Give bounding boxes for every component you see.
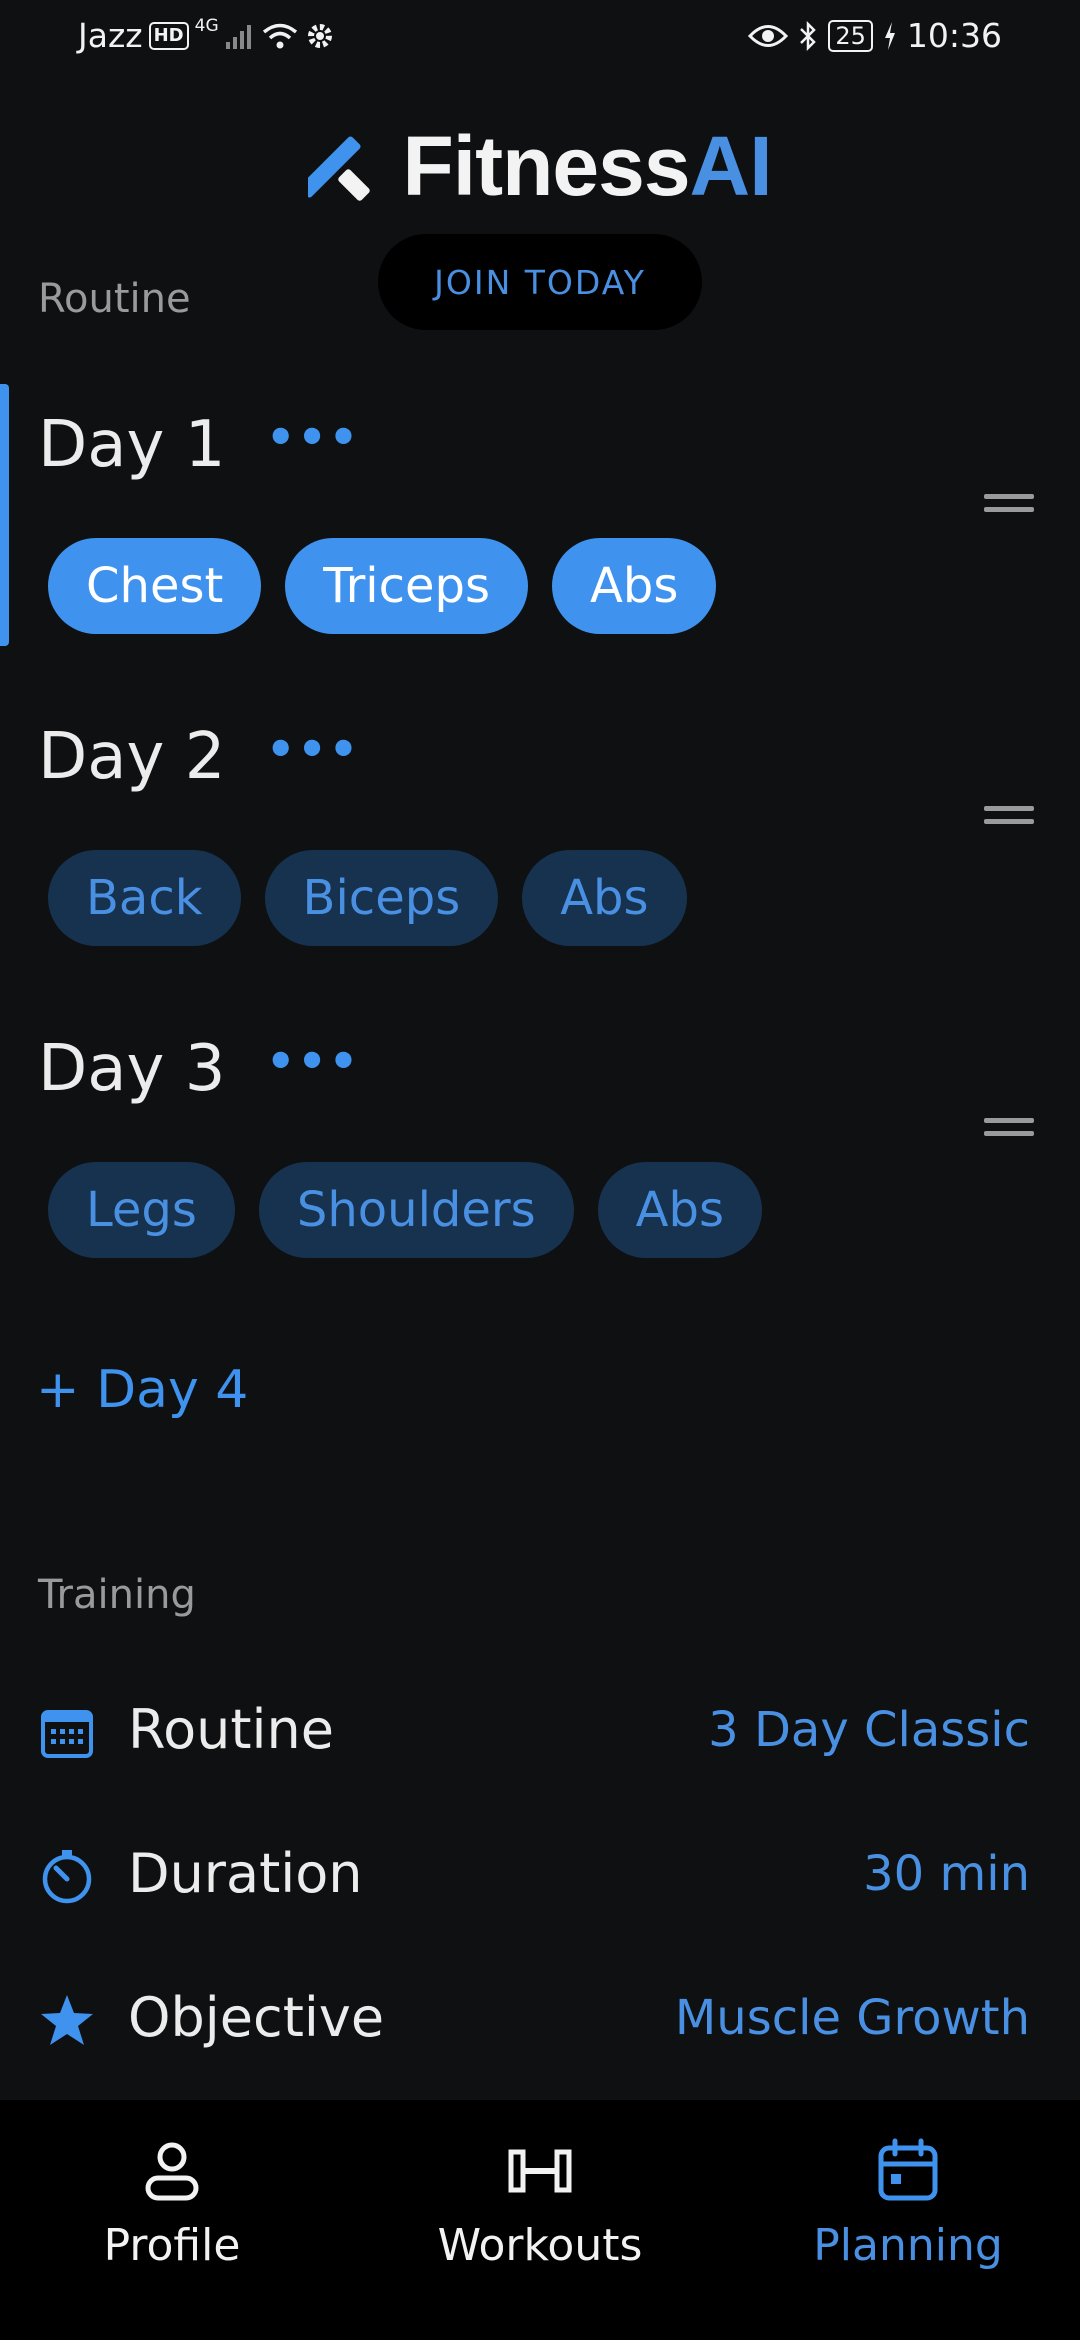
row-value: Muscle Growth [674,1990,1030,2046]
nav-workouts[interactable]: Workouts [410,2138,670,2271]
status-bar: Jazz HD 4G 25 10:36 [0,0,1080,72]
training-row-objective[interactable]: Objective Muscle Growth [0,1968,1080,2068]
drag-handle-icon[interactable] [984,494,1034,520]
settings-gear-icon [307,23,332,48]
muscle-chip[interactable]: Abs [552,538,717,634]
row-value: 3 Day Classic [708,1702,1030,1758]
nav-planning[interactable]: Planning [778,2138,1038,2271]
logo-ai: AI [689,119,773,213]
row-label: Duration [128,1842,363,1905]
day-title: Day 1 [38,408,226,482]
muscle-chip[interactable]: Chest [48,538,262,634]
fitnessai-logo-icon [308,135,371,201]
wifi-icon [262,23,297,48]
nav-label: Profile [103,2220,241,2271]
bluetooth-icon [800,20,817,51]
calendar-icon [878,2138,938,2201]
bottom-nav: Profile Workouts Planning [0,2100,1080,2340]
muscle-chip[interactable]: Back [48,850,241,946]
day-card-3[interactable]: Day 3 ••• Legs Shoulders Abs [0,1008,1080,1270]
profile-icon [145,2142,199,2201]
day-menu-button[interactable]: ••• [266,1034,360,1088]
nav-label: Planning [813,2220,1003,2271]
nav-label: Workouts [437,2220,643,2271]
signal-icon [225,24,251,49]
muscle-chip[interactable]: Triceps [285,538,529,634]
row-label: Objective [128,1986,385,2049]
eye-icon [748,24,789,47]
day-card-1[interactable]: Day 1 ••• Chest Triceps Abs [0,384,1080,646]
muscle-chips: Legs Shoulders Abs [48,1162,762,1258]
drag-handle-icon[interactable] [984,806,1034,832]
selected-day-indicator [0,384,9,646]
row-label: Routine [128,1698,334,1761]
muscle-chips: Chest Triceps Abs [48,538,717,634]
nav-profile[interactable]: Profile [42,2138,302,2271]
training-row-routine[interactable]: Routine 3 Day Classic [0,1680,1080,1780]
dumbbell-icon [508,2149,572,2193]
carrier-name: Jazz [78,16,143,55]
row-value: 30 min [863,1846,1030,1902]
drag-handle-icon[interactable] [984,1118,1034,1144]
status-right: 25 10:36 [748,16,1002,55]
muscle-chip[interactable]: Abs [522,850,687,946]
battery-level: 25 [828,19,873,52]
day-menu-button[interactable]: ••• [266,722,360,776]
join-today-button[interactable]: JOIN TODAY [378,234,702,330]
app-logo: FitnessAI [0,118,1080,215]
muscle-chip[interactable]: Biceps [264,850,499,946]
muscle-chip[interactable]: Legs [48,1162,235,1258]
timer-icon [42,1850,92,1904]
muscle-chip[interactable]: Shoulders [258,1162,574,1258]
routine-section-label: Routine [38,276,191,322]
training-row-duration[interactable]: Duration 30 min [0,1824,1080,1924]
muscle-chip[interactable]: Abs [597,1162,762,1258]
star-icon [41,1995,93,2045]
logo-fitness: Fitness [402,119,690,213]
add-day-button[interactable]: + Day 4 [36,1360,248,1420]
status-left: Jazz HD 4G [78,16,335,55]
day-card-2[interactable]: Day 2 ••• Back Biceps Abs [0,696,1080,958]
day-title: Day 2 [38,720,226,794]
day-title: Day 3 [38,1032,226,1106]
muscle-chips: Back Biceps Abs [48,850,687,946]
clock: 10:36 [906,16,1002,55]
charging-icon [884,21,895,50]
hd-badge: HD [148,21,189,50]
training-section-label: Training [38,1572,196,1618]
calendar-icon [41,1710,93,1758]
day-menu-button[interactable]: ••• [266,410,360,464]
logo-wordmark: FitnessAI [402,118,773,215]
network-type: 4G [194,15,219,36]
